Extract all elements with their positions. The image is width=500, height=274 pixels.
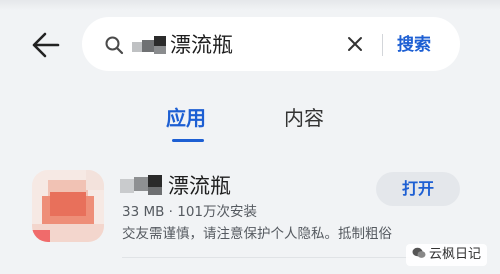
search-input[interactable]: 漂流瓶 bbox=[170, 31, 233, 59]
watermark: 云枫日记 bbox=[406, 244, 488, 266]
app-meta: 33 MB · 101万次安装 bbox=[122, 204, 258, 220]
app-icon[interactable] bbox=[32, 170, 104, 242]
watermark-label: 云枫日记 bbox=[429, 247, 482, 262]
search-divider bbox=[382, 34, 383, 56]
active-tab-indicator bbox=[172, 139, 204, 142]
pixelated-title-prefix bbox=[120, 175, 168, 197]
status-bar-area bbox=[0, 0, 500, 10]
open-button[interactable]: 打开 bbox=[376, 172, 460, 206]
close-icon[interactable] bbox=[346, 35, 364, 53]
arrow-left-icon bbox=[32, 32, 60, 58]
app-name[interactable]: 漂流瓶 bbox=[168, 172, 231, 200]
wechat-icon bbox=[412, 247, 426, 258]
search-icon bbox=[105, 36, 124, 55]
app-description: 交友需谨慎，请注意保护个人隐私。抵制粗俗 bbox=[122, 226, 392, 242]
tab-content[interactable]: 内容 bbox=[284, 104, 324, 132]
pixelated-query-prefix bbox=[132, 36, 170, 54]
back-button[interactable] bbox=[28, 30, 64, 60]
search-button[interactable]: 搜索 bbox=[397, 31, 431, 59]
tab-apps[interactable]: 应用 bbox=[166, 104, 206, 132]
